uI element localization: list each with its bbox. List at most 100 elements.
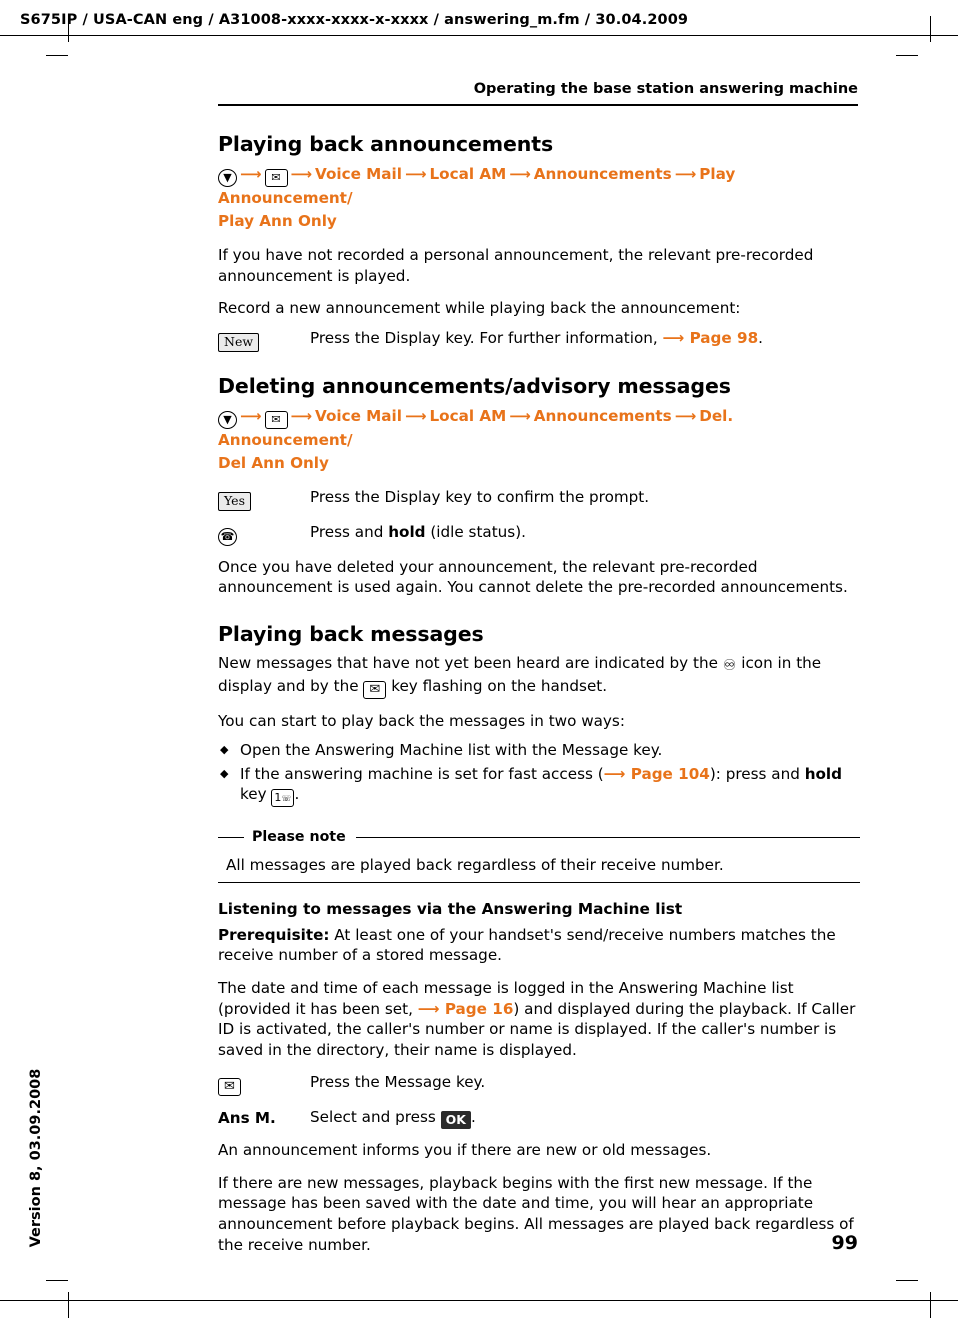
envelope-key-icon: ✉	[264, 410, 288, 429]
arrow-icon: ⟶	[674, 406, 697, 425]
control-key-icon: ▼	[218, 410, 237, 429]
playback-methods-list: Open the Answering Machine list with the…	[218, 740, 860, 808]
paragraph-date-time-logged: The date and time of each message is log…	[218, 978, 860, 1060]
section-heading-playing-back-messages: Playing back messages	[218, 621, 484, 646]
message-key-icon[interactable]: ✉	[218, 1078, 241, 1097]
key-row-new: New Press the Display key. For further i…	[218, 328, 860, 352]
crop-mark-tr-v	[930, 16, 931, 42]
note-rule-right	[355, 836, 860, 839]
intro-part-3: key flashing on the handset.	[386, 676, 608, 695]
link-page-98[interactable]: Page 98	[690, 329, 759, 347]
key-description: Press the Display key. For further infor…	[310, 328, 860, 349]
menu-item-local-am: Local AM	[429, 406, 507, 425]
paragraph-prerequisite: Prerequisite: At least one of your hands…	[218, 925, 860, 966]
display-key-yes[interactable]: Yes	[218, 491, 251, 511]
row-text-after: (idle status).	[425, 522, 526, 541]
row-text-after: .	[470, 1108, 476, 1127]
note-header: Please note	[218, 827, 860, 848]
subheading-listening-via-list: Listening to messages via the Answering …	[218, 900, 683, 919]
key-cell: ✉	[218, 1072, 310, 1097]
crop-mark-bl-v	[68, 1292, 69, 1318]
arrow-icon: ⟶	[509, 406, 531, 425]
menu-item-play-ann-only: Play Ann Only	[218, 212, 337, 230]
crop-mark-br-v	[930, 1292, 931, 1318]
row-text-before: Press the Display key. For further infor…	[310, 328, 663, 347]
menu-item-local-am: Local AM	[429, 165, 507, 183]
menu-item-voice-mail: Voice Mail	[315, 406, 402, 425]
key-description: Press the Display key to confirm the pro…	[310, 487, 650, 506]
menu-item-announcements: Announcements	[533, 165, 672, 183]
section-heading-deleting-announcements: Deleting announcements/advisory messages	[218, 373, 731, 398]
key-1-icon[interactable]: 1☏	[271, 789, 295, 808]
header-rule	[0, 35, 958, 36]
crop-mark-bl-h	[46, 1280, 68, 1281]
paragraph-two-ways: You can start to play back the messages …	[218, 711, 625, 730]
key-row-end-call: ☎ Press and hold (idle status).	[218, 522, 860, 546]
arrow-icon: ⟶	[509, 165, 531, 183]
note-title: Please note	[252, 829, 346, 846]
arrow-icon: ⟶	[290, 165, 313, 183]
bullet-text-after: key	[240, 785, 272, 804]
bullet-text-before: If the answering machine is set for fast…	[240, 764, 604, 783]
key-description: Press and hold (idle status).	[310, 522, 860, 543]
bullet-text-mid: ): press and	[709, 764, 805, 783]
menu-item-voice-mail: Voice Mail	[315, 165, 402, 183]
list-item-open-answering-machine-list: Open the Answering Machine list with the…	[218, 740, 860, 761]
arrow-icon: ⟶	[674, 165, 697, 183]
running-head: Operating the base station answering mac…	[473, 81, 858, 97]
crop-mark-tr-h	[896, 55, 918, 56]
key-description: Select and press OK.	[310, 1107, 860, 1130]
bullet-text-bold: hold	[804, 764, 843, 783]
key-cell: Ans M.	[218, 1107, 310, 1129]
link-page-16[interactable]: Page 16	[445, 1000, 514, 1018]
end-call-key-icon[interactable]: ☎	[218, 527, 237, 546]
menu-path-deleting-announcements: ▼ ⟶ ✉ ⟶ Voice Mail ⟶ Local AM ⟶ Announcements ⟶ De…	[218, 405, 860, 475]
arrow-icon: ⟶	[417, 999, 445, 1018]
crop-mark-br-h	[896, 1280, 918, 1281]
row-text-before: Press and	[310, 522, 389, 541]
arrow-icon: ⟶	[240, 165, 262, 183]
menu-item-announcements: Announcements	[533, 406, 672, 425]
paragraph-announcement-informs: An announcement informs you if there are…	[218, 1141, 712, 1160]
paragraph-no-personal-announcement: If you have not recorded a personal anno…	[218, 246, 814, 285]
version-sidebar-text: Version 8, 03.09.2008	[28, 1068, 44, 1248]
message-key-icon: ✉	[363, 680, 387, 699]
paragraph-deleted-announcement: Once you have deleted your announcement,…	[218, 557, 848, 597]
paragraph-record-new-announcement: Record a new announcement while playing …	[218, 299, 741, 318]
arrow-icon: ⟶	[662, 328, 690, 347]
prerequisite-label: Prerequisite:	[218, 925, 330, 944]
paragraph-new-messages-indicator: New messages that have not yet been hear…	[218, 653, 860, 699]
intro-part-1: New messages that have not yet been hear…	[218, 653, 723, 672]
key-row-yes: Yes Press the Display key to confirm the…	[218, 487, 860, 511]
running-head-rule	[218, 104, 858, 106]
row-text-before: Select and press	[310, 1108, 441, 1127]
new-message-icon: ♾	[722, 655, 737, 674]
key-description: Press the Message key.	[310, 1073, 486, 1092]
arrow-icon: ⟶	[404, 165, 427, 183]
key-row-ans-m: Ans M. Select and press OK.	[218, 1107, 860, 1130]
note-rule-left	[218, 836, 244, 839]
footer-rule	[0, 1300, 958, 1301]
display-key-new[interactable]: New	[218, 332, 260, 352]
key-cell: Yes	[218, 487, 310, 511]
key-cell: New	[218, 328, 310, 352]
arrow-icon: ⟶	[290, 406, 313, 425]
section-heading-playing-back-announcements: Playing back announcements	[218, 132, 554, 156]
note-rule-bottom	[218, 881, 860, 884]
arrow-icon: ⟶	[404, 406, 427, 425]
list-item-fast-access: If the answering machine is set for fast…	[218, 764, 860, 808]
link-page-104[interactable]: Page 104	[631, 765, 710, 783]
menu-item-del-ann-only: Del Ann Only	[218, 453, 329, 472]
key-row-message-key: ✉ Press the Message key.	[218, 1072, 860, 1097]
please-note-box: Please note All messages are played back…	[218, 825, 860, 884]
arrow-icon: ⟶	[240, 406, 262, 425]
key-cell: ☎	[218, 522, 310, 546]
row-text-after: .	[758, 328, 763, 347]
menu-entry-ans-m[interactable]: Ans M.	[218, 1109, 276, 1127]
document-file-header: S675IP / USA-CAN eng / A31008-xxxx-xxxx-…	[20, 12, 689, 28]
menu-path-playing-back-announcements: ▼ ⟶ ✉ ⟶ Voice Mail ⟶ Local AM ⟶ Announcements ⟶ Pl…	[218, 163, 860, 233]
envelope-key-icon: ✉	[264, 169, 288, 187]
control-key-icon: ▼	[218, 169, 237, 187]
ok-button[interactable]: OK	[440, 1111, 471, 1130]
crop-mark-tl-h	[46, 55, 68, 56]
